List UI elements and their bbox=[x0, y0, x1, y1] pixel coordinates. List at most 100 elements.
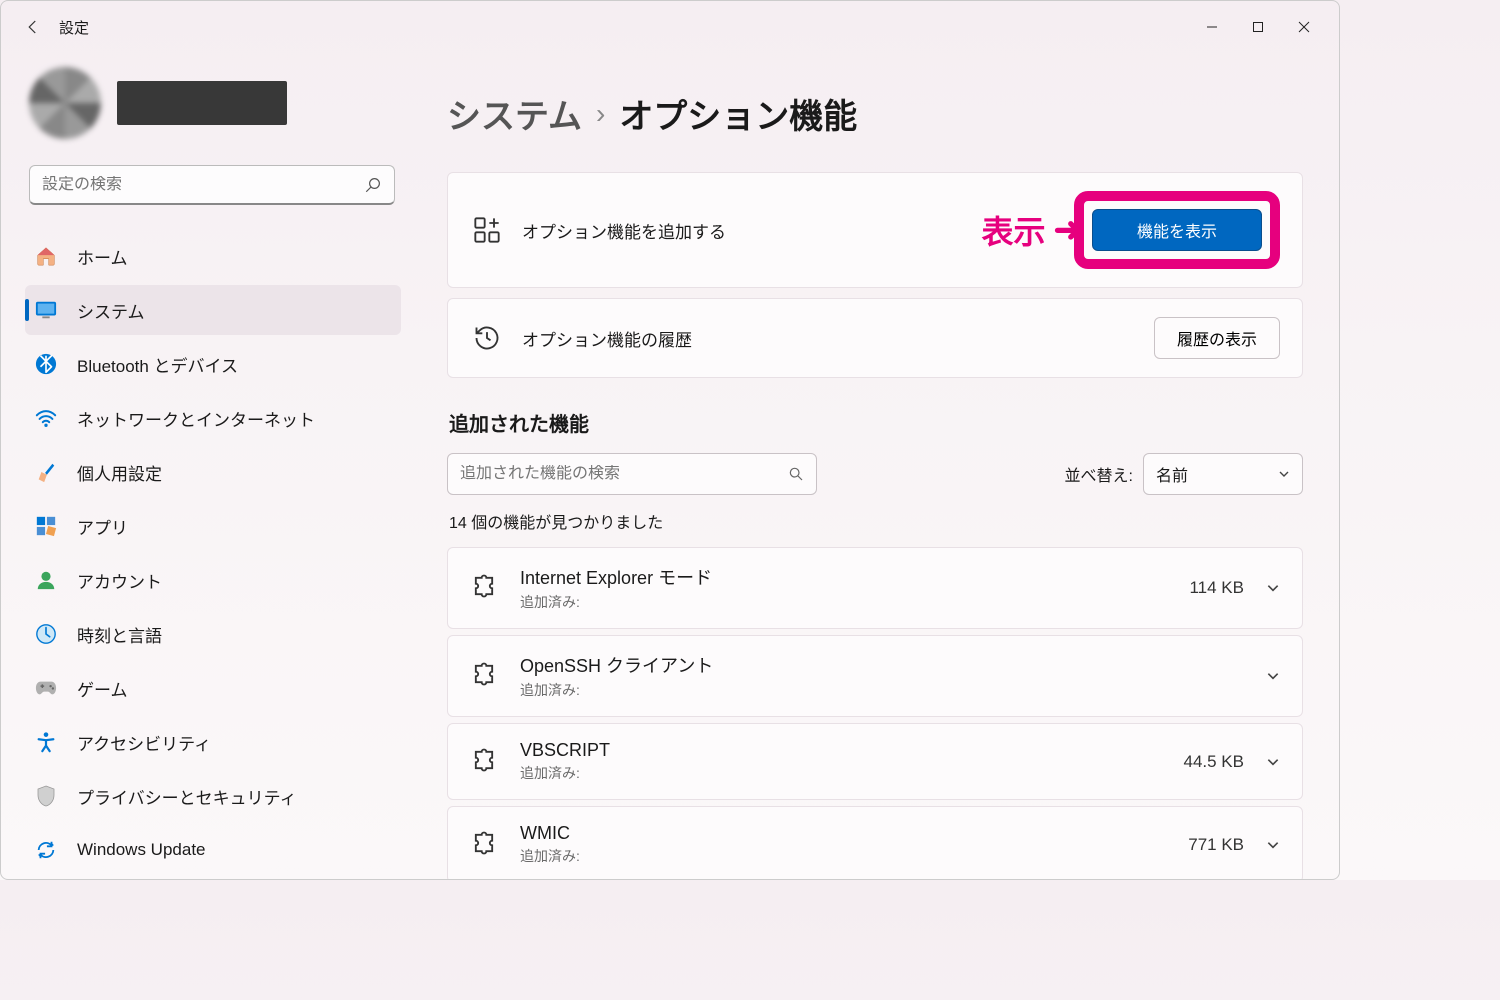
home-icon bbox=[35, 245, 57, 267]
puzzle-icon bbox=[470, 829, 502, 861]
nav-label: 時刻と言語 bbox=[77, 622, 162, 647]
section-added-features: 追加された機能 bbox=[449, 408, 1303, 437]
feature-size: 771 KB bbox=[1164, 835, 1244, 855]
feature-title: VBSCRIPT bbox=[520, 740, 1164, 761]
nav-label: プライバシーとセキュリティ bbox=[77, 784, 297, 809]
nav-privacy[interactable]: プライバシーとセキュリティ bbox=[25, 771, 401, 821]
nav-gaming[interactable]: ゲーム bbox=[25, 663, 401, 713]
maximize-button[interactable] bbox=[1235, 7, 1281, 47]
nav-accessibility[interactable]: アクセシビリティ bbox=[25, 717, 401, 767]
bluetooth-icon bbox=[35, 353, 57, 375]
close-button[interactable] bbox=[1281, 7, 1327, 47]
window-title: 設定 bbox=[59, 17, 89, 38]
add-feature-card: オプション機能を追加する 表示 ➜ 機能を表示 bbox=[447, 172, 1303, 288]
search-input[interactable] bbox=[42, 176, 364, 194]
nav-apps[interactable]: アプリ bbox=[25, 501, 401, 551]
result-count: 14 個の機能が見つかりました bbox=[449, 509, 1303, 533]
feature-title: Internet Explorer モード bbox=[520, 564, 1164, 590]
annotation-highlight: 機能を表示 bbox=[1074, 191, 1280, 269]
wifi-icon bbox=[35, 407, 57, 429]
clock-globe-icon bbox=[35, 623, 57, 645]
breadcrumb: システム › オプション機能 bbox=[447, 89, 1303, 138]
feature-row[interactable]: WMIC追加済み: 771 KB bbox=[447, 806, 1303, 879]
history-card: オプション機能の履歴 履歴の表示 bbox=[447, 298, 1303, 378]
nav-windows-update[interactable]: Windows Update bbox=[25, 825, 401, 875]
history-label: オプション機能の履歴 bbox=[522, 326, 1154, 351]
sort-control: 並べ替え: 名前 bbox=[1065, 453, 1303, 495]
close-icon bbox=[1298, 21, 1310, 33]
feature-row[interactable]: Internet Explorer モード追加済み: 114 KB bbox=[447, 547, 1303, 629]
maximize-icon bbox=[1252, 21, 1264, 33]
puzzle-icon bbox=[470, 572, 502, 604]
nav-label: アプリ bbox=[77, 514, 128, 539]
nav-label: ネットワークとインターネット bbox=[77, 406, 315, 431]
feature-sub: 追加済み: bbox=[520, 846, 1164, 866]
user-name-redacted bbox=[117, 81, 287, 125]
nav-label: システム bbox=[77, 298, 145, 323]
chevron-down-icon bbox=[1266, 581, 1280, 595]
nav-bluetooth[interactable]: Bluetooth とデバイス bbox=[25, 339, 401, 389]
feature-size: 44.5 KB bbox=[1164, 752, 1244, 772]
breadcrumb-parent[interactable]: システム bbox=[447, 89, 582, 138]
nav-label: 個人用設定 bbox=[77, 460, 162, 485]
apps-icon bbox=[35, 515, 57, 537]
feature-row[interactable]: VBSCRIPT追加済み: 44.5 KB bbox=[447, 723, 1303, 800]
minimize-icon bbox=[1206, 21, 1218, 33]
history-icon bbox=[470, 321, 504, 355]
page-title: オプション機能 bbox=[619, 89, 857, 138]
apps-add-icon bbox=[470, 213, 504, 247]
feature-sub: 追加済み: bbox=[520, 680, 1164, 700]
nav-time-language[interactable]: 時刻と言語 bbox=[25, 609, 401, 659]
sort-dropdown[interactable]: 名前 bbox=[1143, 453, 1303, 495]
nav-personalization[interactable]: 個人用設定 bbox=[25, 447, 401, 497]
nav-label: ホーム bbox=[77, 244, 128, 269]
accessibility-icon bbox=[35, 731, 57, 753]
chevron-right-icon: › bbox=[596, 98, 605, 130]
nav-label: Windows Update bbox=[77, 840, 206, 860]
feature-search[interactable] bbox=[447, 453, 817, 495]
chevron-down-icon bbox=[1266, 669, 1280, 683]
sort-value: 名前 bbox=[1156, 462, 1188, 486]
arrow-left-icon bbox=[24, 18, 42, 36]
nav-label: アクセシビリティ bbox=[77, 730, 211, 755]
window-controls bbox=[1189, 7, 1327, 47]
back-button[interactable] bbox=[13, 7, 53, 47]
brush-icon bbox=[35, 461, 57, 483]
gamepad-icon bbox=[35, 677, 57, 699]
sidebar: ホーム システム Bluetooth とデバイス ネットワークとインターネット … bbox=[1, 53, 411, 879]
feature-sub: 追加済み: bbox=[520, 763, 1164, 783]
puzzle-icon bbox=[470, 746, 502, 778]
chevron-down-icon bbox=[1266, 838, 1280, 852]
main-content: システム › オプション機能 オプション機能を追加する 表示 ➜ 機能を表示 オ… bbox=[411, 53, 1339, 879]
chevron-down-icon bbox=[1278, 468, 1290, 480]
nav-label: アカウント bbox=[77, 568, 162, 593]
nav-network[interactable]: ネットワークとインターネット bbox=[25, 393, 401, 443]
puzzle-icon bbox=[470, 660, 502, 692]
feature-row[interactable]: OpenSSH クライアント追加済み: bbox=[447, 635, 1303, 717]
user-block[interactable] bbox=[29, 67, 401, 139]
show-features-button[interactable]: 機能を表示 bbox=[1092, 209, 1262, 251]
search-icon bbox=[788, 466, 804, 482]
nav-label: Bluetooth とデバイス bbox=[77, 352, 238, 377]
minimize-button[interactable] bbox=[1189, 7, 1235, 47]
titlebar: 設定 bbox=[1, 1, 1339, 53]
avatar bbox=[29, 67, 101, 139]
nav-list: ホーム システム Bluetooth とデバイス ネットワークとインターネット … bbox=[25, 231, 401, 879]
feature-title: OpenSSH クライアント bbox=[520, 652, 1164, 678]
show-history-button[interactable]: 履歴の表示 bbox=[1154, 317, 1280, 359]
feature-title: WMIC bbox=[520, 823, 1164, 844]
feature-size: 114 KB bbox=[1164, 578, 1244, 598]
search-icon bbox=[364, 176, 382, 194]
update-icon bbox=[35, 839, 57, 861]
settings-search[interactable] bbox=[29, 165, 395, 205]
nav-home[interactable]: ホーム bbox=[25, 231, 401, 281]
shield-icon bbox=[35, 785, 57, 807]
account-icon bbox=[35, 569, 57, 591]
nav-label: ゲーム bbox=[77, 676, 128, 701]
filter-row: 並べ替え: 名前 bbox=[447, 453, 1303, 495]
chevron-down-icon bbox=[1266, 755, 1280, 769]
nav-system[interactable]: システム bbox=[25, 285, 401, 335]
annotation-text: 表示 ➜ bbox=[981, 207, 1082, 253]
nav-accounts[interactable]: アカウント bbox=[25, 555, 401, 605]
feature-search-input[interactable] bbox=[460, 465, 788, 483]
